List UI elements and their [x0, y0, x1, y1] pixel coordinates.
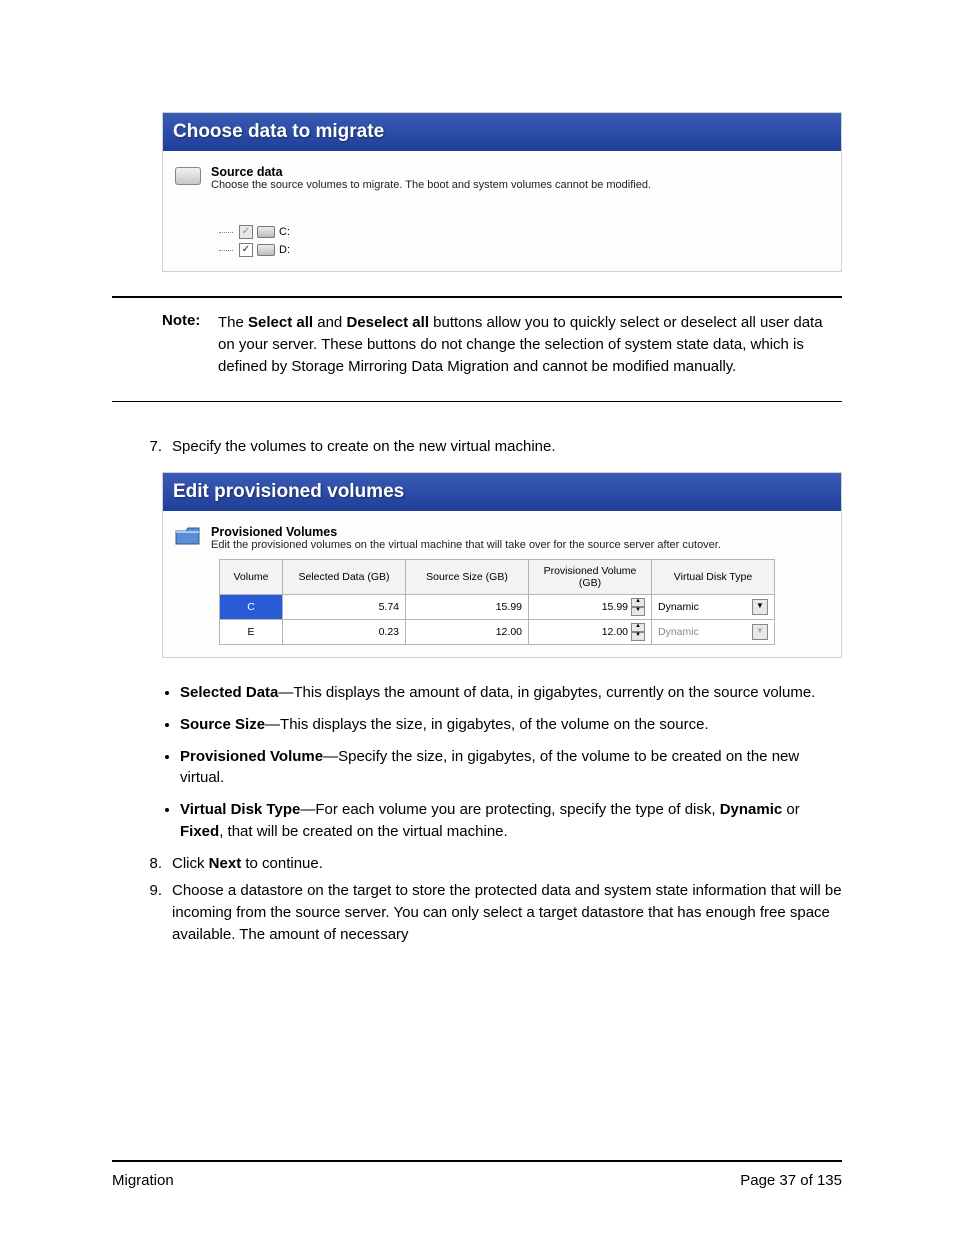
col-provisioned: Provisioned Volume (GB): [529, 560, 652, 595]
cell-source-size: 12.00: [406, 620, 529, 645]
volumes-icon: [175, 525, 201, 547]
panel-title: Edit provisioned volumes: [163, 473, 841, 511]
divider: [112, 296, 842, 298]
text-bold: Next: [209, 855, 242, 872]
note-label: Note:: [162, 312, 218, 377]
cell-provisioned[interactable]: 12.00 ▲ ▼: [529, 620, 652, 645]
def-label: Selected Data: [180, 684, 278, 701]
drive-icon: [257, 226, 275, 238]
checkbox-d[interactable]: ✓: [239, 243, 253, 257]
cell-selected-data: 5.74: [283, 595, 406, 620]
step-8: 8. Click Next to continue.: [112, 853, 842, 875]
list-item: Selected Data—This displays the amount o…: [180, 682, 842, 704]
def-text: , that will be created on the virtual ma…: [219, 823, 508, 840]
footer-title: Migration: [112, 1172, 174, 1189]
text-part: to continue.: [241, 855, 323, 872]
source-data-title: Source data: [211, 165, 651, 179]
divider: [112, 401, 842, 402]
def-text: —This displays the size, in gigabytes, o…: [265, 716, 709, 733]
cell-provisioned[interactable]: 15.99 ▲ ▼: [529, 595, 652, 620]
spinner-value: 15.99: [602, 601, 628, 613]
chevron-down-icon[interactable]: ▼: [752, 599, 768, 615]
volume-tree: ✓ C: ✓ D:: [219, 223, 829, 259]
panel-title: Choose data to migrate: [163, 113, 841, 151]
provisioned-table: Volume Selected Data (GB) Source Size (G…: [219, 559, 775, 645]
document-page: Choose data to migrate Source data Choos…: [0, 0, 954, 1235]
note-text: The Select all and Deselect all buttons …: [218, 312, 842, 377]
provisioned-desc: Edit the provisioned volumes on the virt…: [211, 539, 721, 551]
step-number: 7.: [112, 436, 172, 458]
spinner-up-icon[interactable]: ▲: [631, 598, 645, 607]
volume-row-c: ✓ C:: [219, 223, 829, 241]
note-bold: Select all: [248, 314, 313, 331]
def-label: Source Size: [180, 716, 265, 733]
dropdown-value: Dynamic: [658, 626, 699, 638]
def-text: or: [782, 801, 800, 818]
step-text: Click Next to continue.: [172, 853, 842, 875]
table-row[interactable]: E 0.23 12.00 12.00 ▲ ▼: [220, 620, 775, 645]
cell-volume[interactable]: E: [220, 620, 283, 645]
cell-volume[interactable]: C: [220, 595, 283, 620]
edit-provisioned-panel: Edit provisioned volumes Provisioned Vol…: [162, 472, 842, 658]
text-part: Click: [172, 855, 209, 872]
dropdown-value: Dynamic: [658, 601, 699, 613]
cell-selected-data: 0.23: [283, 620, 406, 645]
table-row[interactable]: C 5.74 15.99 15.99 ▲ ▼: [220, 595, 775, 620]
note-bold: Deselect all: [346, 314, 429, 331]
volume-row-d[interactable]: ✓ D:: [219, 241, 829, 259]
cell-disk-type: Dynamic ▼: [652, 620, 775, 645]
provisioned-title: Provisioned Volumes: [211, 525, 721, 539]
spinner-up-icon[interactable]: ▲: [631, 623, 645, 632]
list-item: Virtual Disk Type—For each volume you ar…: [180, 799, 842, 843]
spinner-down-icon[interactable]: ▼: [631, 607, 645, 616]
step-7: 7. Specify the volumes to create on the …: [112, 436, 842, 458]
source-data-desc: Choose the source volumes to migrate. Th…: [211, 179, 651, 191]
step-number: 9.: [112, 880, 172, 945]
def-text: —This displays the amount of data, in gi…: [278, 684, 815, 701]
choose-data-panel: Choose data to migrate Source data Choos…: [162, 112, 842, 272]
col-selected: Selected Data (GB): [283, 560, 406, 595]
spinner-buttons[interactable]: ▲ ▼: [631, 623, 645, 641]
def-label: Virtual Disk Type: [180, 801, 300, 818]
note-text-part: The: [218, 314, 248, 331]
def-bold: Fixed: [180, 823, 219, 840]
note-text-part: and: [313, 314, 346, 331]
page-footer: Migration Page 37 of 135: [112, 1160, 842, 1189]
step-9: 9. Choose a datastore on the target to s…: [112, 880, 842, 945]
col-volume: Volume: [220, 560, 283, 595]
note-block: Note: The Select all and Deselect all bu…: [162, 312, 842, 377]
list-item: Provisioned Volume—Specify the size, in …: [180, 746, 842, 790]
def-text: —For each volume you are protecting, spe…: [300, 801, 719, 818]
col-disk-type: Virtual Disk Type: [652, 560, 775, 595]
step-number: 8.: [112, 853, 172, 875]
cell-disk-type[interactable]: Dynamic ▼: [652, 595, 775, 620]
step-text: Specify the volumes to create on the new…: [172, 436, 842, 458]
drive-icon: [175, 167, 201, 185]
checkbox-c: ✓: [239, 225, 253, 239]
volume-label: C:: [279, 223, 290, 241]
chevron-down-icon: ▼: [752, 624, 768, 640]
drive-icon: [257, 244, 275, 256]
def-label: Provisioned Volume: [180, 748, 323, 765]
spinner-value: 12.00: [602, 626, 628, 638]
volume-label: D:: [279, 241, 290, 259]
step-text: Choose a datastore on the target to stor…: [172, 880, 842, 945]
list-item: Source Size—This displays the size, in g…: [180, 714, 842, 736]
footer-page: Page 37 of 135: [740, 1172, 842, 1189]
cell-source-size: 15.99: [406, 595, 529, 620]
spinner-down-icon[interactable]: ▼: [631, 632, 645, 641]
spinner-buttons[interactable]: ▲ ▼: [631, 598, 645, 616]
def-bold: Dynamic: [720, 801, 783, 818]
panel-body: Source data Choose the source volumes to…: [163, 151, 841, 271]
col-source: Source Size (GB): [406, 560, 529, 595]
panel-body: Provisioned Volumes Edit the provisioned…: [163, 511, 841, 657]
definition-list: Selected Data—This displays the amount o…: [160, 682, 842, 843]
